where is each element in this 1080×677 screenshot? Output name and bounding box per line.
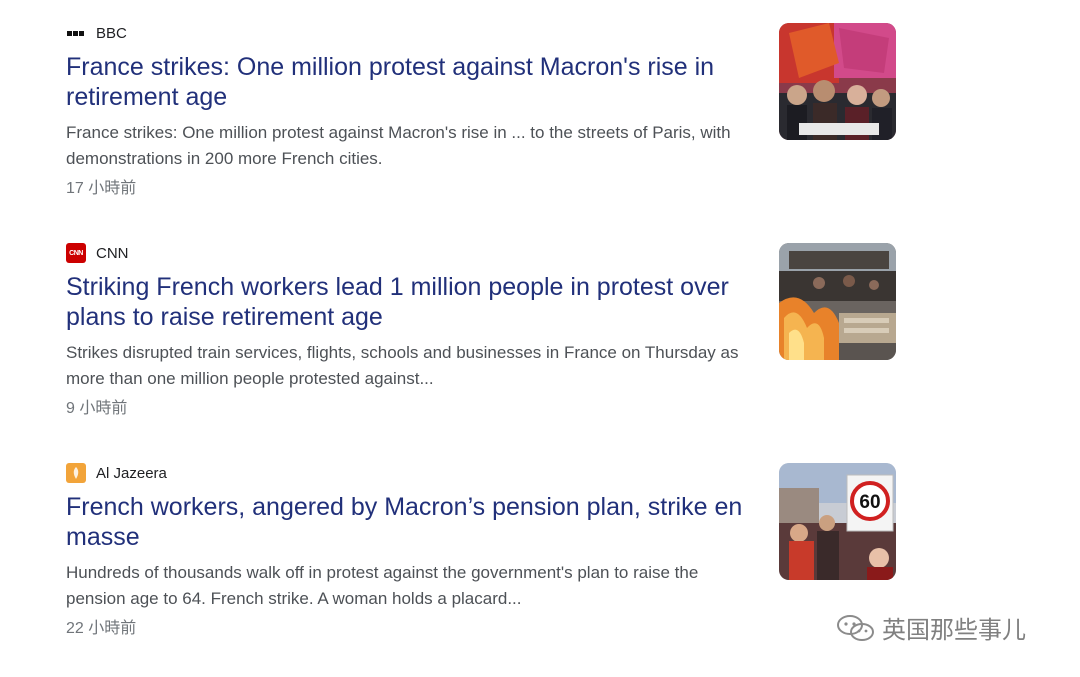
watermark-text: 英国那些事儿 xyxy=(882,617,1026,644)
result-source[interactable]: Al Jazeera xyxy=(66,462,766,484)
news-result: Al Jazeera French workers, angered by Ma… xyxy=(66,462,766,640)
bbc-logo-icon xyxy=(66,23,86,43)
result-source[interactable]: BBC xyxy=(66,22,766,44)
news-result: CNN CNN Striking French workers lead 1 m… xyxy=(66,242,766,420)
result-timestamp: 9 小時前 xyxy=(66,400,128,417)
street-fire-protest-photo xyxy=(779,243,896,360)
result-thumbnail[interactable]: 60 xyxy=(779,463,896,580)
result-timestamp: 22 小時前 xyxy=(66,620,137,637)
result-title-link[interactable]: French workers, angered by Macron’s pens… xyxy=(66,492,766,552)
source-name: CNN xyxy=(96,244,129,262)
source-name: Al Jazeera xyxy=(96,464,167,482)
result-timestamp: 17 小時前 xyxy=(66,180,137,197)
result-title-link[interactable]: Striking French workers lead 1 million p… xyxy=(66,272,766,332)
al-jazeera-logo-icon xyxy=(66,463,86,483)
result-source[interactable]: CNN CNN xyxy=(66,242,766,264)
result-snippet: Hundreds of thousands walk off in protes… xyxy=(66,563,699,608)
result-thumbnail[interactable] xyxy=(779,23,896,140)
result-snippet: Strikes disrupted train services, flight… xyxy=(66,343,739,388)
placard-number: 60 xyxy=(859,492,880,513)
source-name: BBC xyxy=(96,24,127,42)
wechat-icon xyxy=(837,614,874,641)
news-result: BBC France strikes: One million protest … xyxy=(66,22,766,200)
cnn-logo-icon: CNN xyxy=(66,243,86,263)
wechat-watermark: 英国那些事儿 xyxy=(836,610,1026,645)
result-title-link[interactable]: France strikes: One million protest agai… xyxy=(66,52,766,112)
protest-crowd-flags-photo xyxy=(779,23,896,140)
result-thumbnail[interactable] xyxy=(779,243,896,360)
result-snippet: France strikes: One million protest agai… xyxy=(66,123,731,168)
search-results-page: BBC France strikes: One million protest … xyxy=(0,0,1080,677)
placard-60-protest-photo: 60 xyxy=(779,463,896,580)
